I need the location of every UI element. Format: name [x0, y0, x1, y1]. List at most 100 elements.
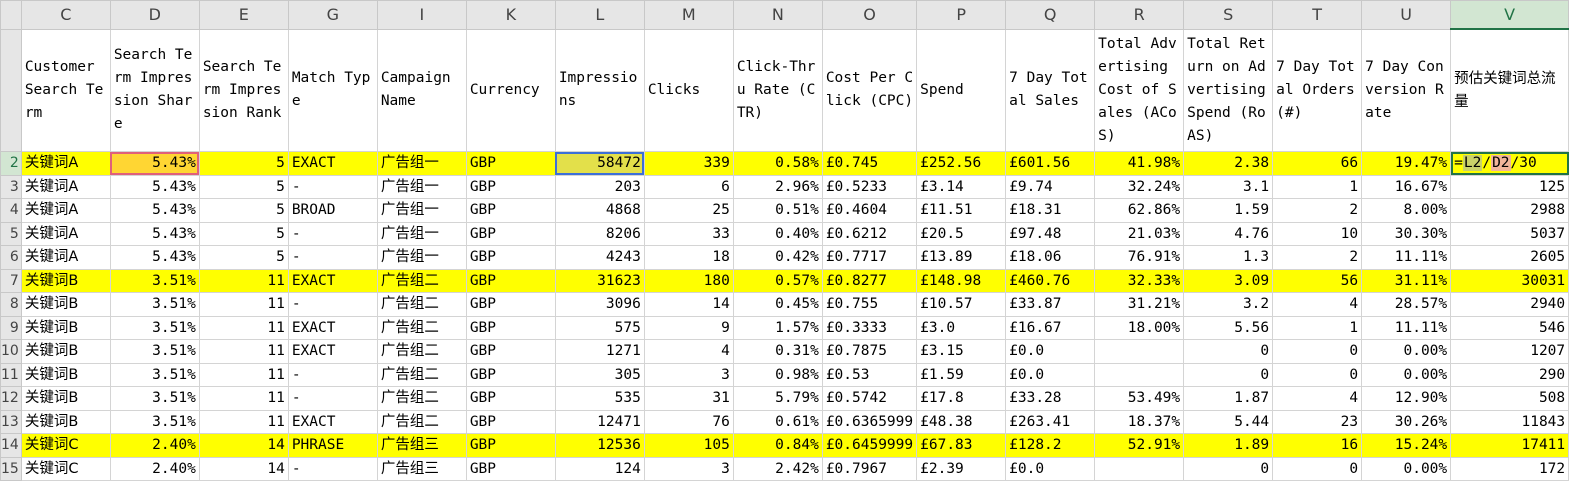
table-cell[interactable]: 18.00% — [1094, 315, 1185, 340]
table-cell[interactable]: 关键词B — [20, 362, 111, 387]
header-cell[interactable]: 7 Day Total Sales — [1005, 28, 1096, 152]
table-cell[interactable]: £3.15 — [916, 339, 1007, 364]
select-all-corner[interactable] — [0, 0, 22, 30]
table-cell[interactable]: 广告组二 — [376, 315, 467, 340]
table-cell[interactable]: 广告组三 — [376, 456, 467, 481]
table-cell[interactable]: 0.31% — [732, 339, 823, 364]
table-cell[interactable]: 41.98% — [1094, 151, 1185, 176]
table-cell[interactable]: 32.33% — [1094, 268, 1185, 293]
table-cell[interactable] — [1094, 339, 1185, 364]
table-cell[interactable]: £10.57 — [916, 292, 1007, 317]
table-cell[interactable]: 290 — [1450, 362, 1570, 387]
table-cell[interactable]: 14 — [198, 433, 289, 458]
row-number[interactable]: 11 — [0, 362, 22, 387]
table-cell[interactable]: 0.57% — [732, 268, 823, 293]
table-cell[interactable]: 关键词A — [20, 198, 111, 223]
table-cell[interactable]: £128.2 — [1005, 433, 1096, 458]
table-cell[interactable]: GBP — [465, 315, 556, 340]
table-cell[interactable]: 5.79% — [732, 386, 823, 411]
table-cell[interactable]: 546 — [1450, 315, 1570, 340]
table-cell[interactable]: 广告组一 — [376, 174, 467, 199]
table-cell[interactable]: 11.11% — [1361, 315, 1452, 340]
row-number[interactable]: 5 — [0, 221, 22, 246]
table-cell[interactable]: 5.56 — [1183, 315, 1274, 340]
table-cell[interactable]: 12.90% — [1361, 386, 1452, 411]
table-cell[interactable]: £48.38 — [916, 409, 1007, 434]
table-cell[interactable]: £0.7875 — [821, 339, 918, 364]
table-cell[interactable]: 53.49% — [1094, 386, 1185, 411]
column-header-q[interactable]: Q — [1005, 0, 1096, 30]
table-cell[interactable]: 14 — [643, 292, 734, 317]
table-cell[interactable]: 3.51% — [109, 292, 200, 317]
table-cell[interactable]: 30.26% — [1361, 409, 1452, 434]
table-cell[interactable]: £1.59 — [916, 362, 1007, 387]
table-cell[interactable]: 广告组二 — [376, 386, 467, 411]
table-cell[interactable]: GBP — [465, 151, 556, 176]
row-number[interactable]: 8 — [0, 292, 22, 317]
table-cell[interactable]: GBP — [465, 409, 556, 434]
header-cell[interactable]: Match Type — [287, 28, 378, 152]
header-cell[interactable]: Search Term Impression Rank — [198, 28, 289, 152]
row-number[interactable]: 6 — [0, 245, 22, 270]
table-cell[interactable]: GBP — [465, 268, 556, 293]
table-cell[interactable]: 广告组二 — [376, 268, 467, 293]
table-cell[interactable]: 10 — [1272, 221, 1363, 246]
table-cell[interactable]: £601.56 — [1005, 151, 1096, 176]
table-cell[interactable]: 关键词A — [20, 174, 111, 199]
table-cell[interactable]: 0.84% — [732, 433, 823, 458]
table-cell[interactable]: 广告组一 — [376, 151, 467, 176]
table-cell[interactable]: 32.24% — [1094, 174, 1185, 199]
row-number[interactable]: 7 — [0, 268, 22, 293]
header-cell[interactable]: 预估关键词总流量 — [1450, 28, 1570, 152]
header-cell[interactable]: Cost Per Click (CPC) — [821, 28, 918, 152]
table-cell[interactable]: 0.42% — [732, 245, 823, 270]
table-cell[interactable]: 关键词C — [20, 433, 111, 458]
column-header-u[interactable]: U — [1361, 0, 1452, 30]
table-cell[interactable]: £0.7717 — [821, 245, 918, 270]
column-header-t[interactable]: T — [1272, 0, 1363, 30]
formula-cell[interactable]: =L2/D2/30 — [1450, 151, 1570, 176]
table-cell[interactable]: 15.24% — [1361, 433, 1452, 458]
table-cell[interactable]: 575 — [554, 315, 645, 340]
row-number[interactable]: 12 — [0, 386, 22, 411]
column-header-o[interactable]: O — [821, 0, 918, 30]
table-cell[interactable]: 5.43% — [109, 198, 200, 223]
table-cell[interactable]: 广告组三 — [376, 433, 467, 458]
header-cell[interactable]: 7 Day Conversion Rate — [1361, 28, 1452, 152]
table-cell[interactable]: £0.53 — [821, 362, 918, 387]
table-cell[interactable] — [1094, 362, 1185, 387]
table-cell[interactable]: 124 — [554, 456, 645, 481]
table-cell[interactable]: GBP — [465, 433, 556, 458]
column-header-c[interactable]: C — [20, 0, 111, 30]
table-cell[interactable]: 3.51% — [109, 339, 200, 364]
table-cell[interactable]: 关键词B — [20, 386, 111, 411]
table-cell[interactable]: 5.43% — [109, 151, 200, 176]
table-cell[interactable]: £460.76 — [1005, 268, 1096, 293]
table-cell[interactable]: GBP — [465, 339, 556, 364]
table-cell[interactable]: 关键词A — [20, 221, 111, 246]
table-cell[interactable]: 3.51% — [109, 315, 200, 340]
table-cell[interactable]: BROAD — [287, 198, 378, 223]
table-cell[interactable]: 339 — [643, 151, 734, 176]
table-cell[interactable]: 1.89 — [1183, 433, 1274, 458]
column-header-s[interactable]: S — [1183, 0, 1274, 30]
table-cell[interactable]: 25 — [643, 198, 734, 223]
table-cell[interactable]: 11 — [198, 409, 289, 434]
table-cell[interactable]: £18.31 — [1005, 198, 1096, 223]
table-cell[interactable]: 0 — [1272, 339, 1363, 364]
table-cell[interactable]: - — [287, 245, 378, 270]
table-cell[interactable]: 19.47% — [1361, 151, 1452, 176]
table-cell[interactable]: £0.6212 — [821, 221, 918, 246]
table-cell[interactable]: 3.1 — [1183, 174, 1274, 199]
table-cell[interactable]: 11 — [198, 315, 289, 340]
table-cell[interactable]: 2.40% — [109, 456, 200, 481]
table-cell[interactable]: £33.28 — [1005, 386, 1096, 411]
table-cell[interactable]: 3 — [643, 362, 734, 387]
table-cell[interactable]: 203 — [554, 174, 645, 199]
table-cell[interactable]: 2988 — [1450, 198, 1570, 223]
table-cell[interactable]: 1.57% — [732, 315, 823, 340]
table-cell[interactable]: 0.00% — [1361, 339, 1452, 364]
table-cell[interactable]: 0.98% — [732, 362, 823, 387]
table-cell[interactable]: 关键词B — [20, 409, 111, 434]
header-cell[interactable]: Click-Thru Rate (CTR) — [732, 28, 823, 152]
